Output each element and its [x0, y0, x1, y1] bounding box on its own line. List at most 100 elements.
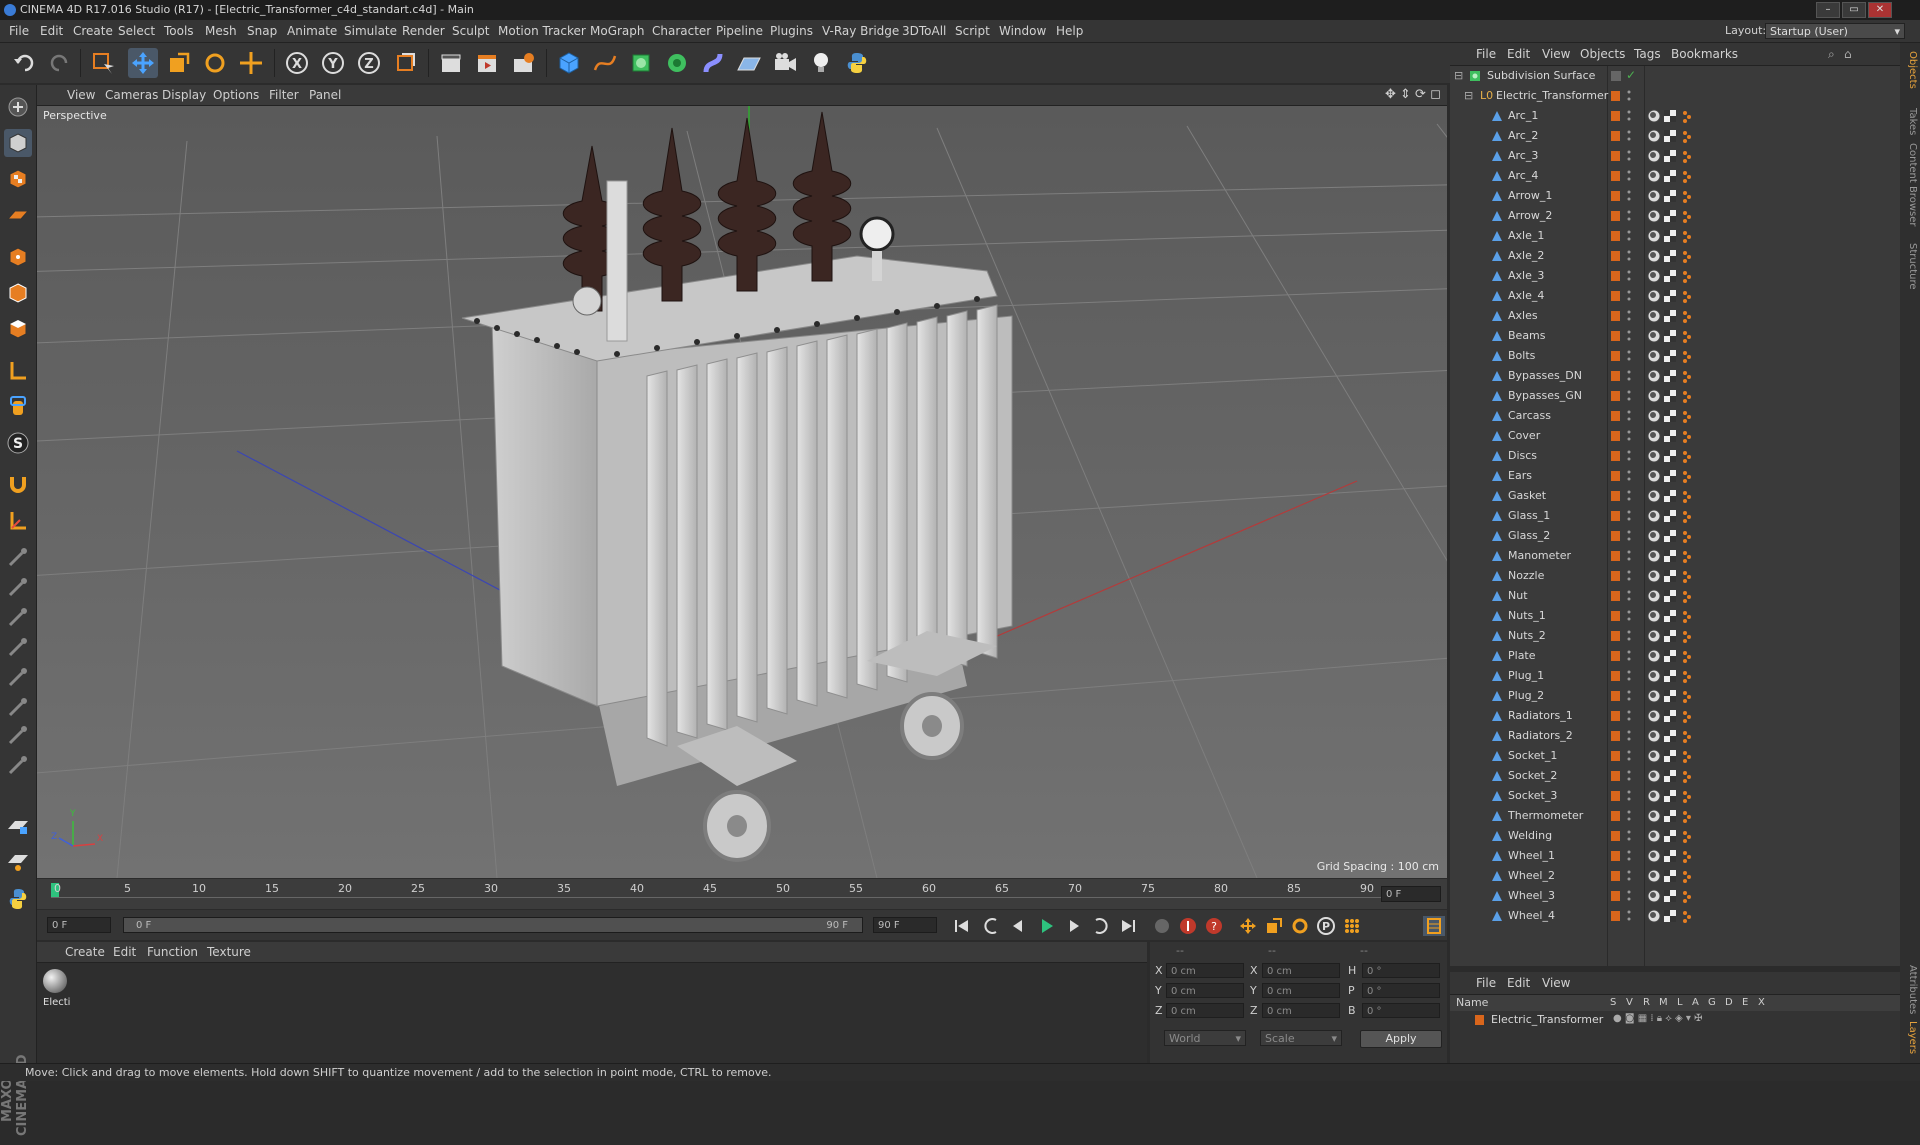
- layer-color-swatch[interactable]: [1611, 511, 1620, 521]
- size-mode-dropdown[interactable]: Scale ▾: [1260, 1030, 1342, 1046]
- object-row[interactable]: Socket_3: [1450, 786, 1900, 806]
- object-tags[interactable]: [1647, 588, 1707, 604]
- layer-color-swatch[interactable]: [1611, 431, 1620, 441]
- add-deformer-button[interactable]: [698, 48, 728, 78]
- layer-color-swatch[interactable]: [1611, 831, 1620, 841]
- visibility-dots-icon[interactable]: [1627, 849, 1631, 863]
- live-selection-button[interactable]: [88, 48, 118, 78]
- edges-mode-button[interactable]: [4, 279, 32, 307]
- object-row[interactable]: Arc_1: [1450, 106, 1900, 126]
- visibility-dots-icon[interactable]: [1627, 129, 1631, 143]
- coordinate-mode-dropdown[interactable]: World ▾: [1164, 1030, 1246, 1046]
- object-row[interactable]: Socket_2: [1450, 766, 1900, 786]
- sculpt-grab-button[interactable]: [4, 543, 32, 571]
- add-light-button[interactable]: [806, 48, 836, 78]
- polygons-mode-button[interactable]: [4, 315, 32, 343]
- layer-color-swatch[interactable]: [1611, 471, 1620, 481]
- enabled-check-icon[interactable]: ✓: [1626, 68, 1636, 82]
- object-row[interactable]: Cover: [1450, 426, 1900, 446]
- object-row[interactable]: Nuts_1: [1450, 606, 1900, 626]
- object-row[interactable]: Socket_1: [1450, 746, 1900, 766]
- menu-vray-bridge[interactable]: V-Ray Bridge: [822, 20, 899, 42]
- material-swatch[interactable]: [41, 967, 69, 995]
- om-menu-view[interactable]: View: [1542, 43, 1570, 65]
- scale-tool-button[interactable]: [164, 48, 194, 78]
- object-row[interactable]: Beams: [1450, 326, 1900, 346]
- visibility-dots-icon[interactable]: [1627, 289, 1631, 303]
- object-tags[interactable]: [1647, 188, 1707, 204]
- layer-col-animation[interactable]: A: [1692, 995, 1699, 1011]
- object-row[interactable]: Wheel_3: [1450, 886, 1900, 906]
- sculpt-smooth-button[interactable]: [4, 603, 32, 631]
- motion-record-button[interactable]: [1151, 916, 1173, 936]
- visibility-dots-icon[interactable]: [1627, 169, 1631, 183]
- object-row[interactable]: Axle_3: [1450, 266, 1900, 286]
- visibility-dots-icon[interactable]: [1627, 869, 1631, 883]
- previous-keyframe-button[interactable]: [981, 916, 1003, 936]
- frame-range-slider[interactable]: 0 F 90 F: [123, 917, 863, 933]
- model-mode-button[interactable]: [4, 129, 32, 157]
- om-menu-edit[interactable]: Edit: [1507, 43, 1530, 65]
- object-row[interactable]: Arc_4: [1450, 166, 1900, 186]
- layer-color-swatch[interactable]: [1611, 891, 1620, 901]
- object-row[interactable]: Gasket: [1450, 486, 1900, 506]
- layer-color-swatch[interactable]: [1611, 371, 1620, 381]
- python-script-button[interactable]: [842, 48, 872, 78]
- visibility-dots-icon[interactable]: [1627, 209, 1631, 223]
- layer-color-swatch[interactable]: [1611, 591, 1620, 601]
- layer-color-swatch[interactable]: [1611, 571, 1620, 581]
- layer-color-swatch[interactable]: [1611, 791, 1620, 801]
- visibility-dots-icon[interactable]: [1627, 329, 1631, 343]
- render-view-button[interactable]: [436, 48, 466, 78]
- visibility-dots-icon[interactable]: [1627, 429, 1631, 443]
- axis-move-button[interactable]: [4, 507, 32, 535]
- material-menu-create[interactable]: Create: [65, 942, 105, 962]
- visibility-dots-icon[interactable]: [1627, 409, 1631, 423]
- object-row[interactable]: Bolts: [1450, 346, 1900, 366]
- pos-z-field[interactable]: 0 cm: [1166, 1003, 1244, 1018]
- object-tags[interactable]: [1647, 428, 1707, 444]
- visibility-dots-icon[interactable]: [1627, 449, 1631, 463]
- make-editable-button[interactable]: [4, 93, 32, 121]
- visibility-dots-icon[interactable]: [1627, 809, 1631, 823]
- layer-color-swatch[interactable]: [1611, 551, 1620, 561]
- visibility-dots-icon[interactable]: [1627, 789, 1631, 803]
- object-tags[interactable]: [1647, 168, 1707, 184]
- go-to-end-button[interactable]: [1117, 916, 1139, 936]
- object-tags[interactable]: [1647, 848, 1707, 864]
- menu-sculpt[interactable]: Sculpt: [452, 20, 489, 42]
- end-frame-field[interactable]: 90 F: [873, 917, 937, 933]
- viewport-menu-panel[interactable]: Panel: [309, 85, 341, 105]
- menu-3dtoall[interactable]: 3DToAll: [902, 20, 946, 42]
- visibility-dots-icon[interactable]: [1627, 229, 1631, 243]
- material-menu-edit[interactable]: Edit: [113, 942, 136, 962]
- layer-col-view[interactable]: V: [1626, 995, 1633, 1011]
- tab-structure[interactable]: Structure: [1902, 243, 1918, 290]
- python-console-button[interactable]: [4, 885, 32, 913]
- layer-color-swatch[interactable]: [1611, 691, 1620, 701]
- visibility-dots-icon[interactable]: [1627, 489, 1631, 503]
- viewport-menu-filter[interactable]: Filter: [269, 85, 299, 105]
- object-tags[interactable]: [1647, 748, 1707, 764]
- layer-col-xref[interactable]: X: [1758, 995, 1765, 1011]
- object-row[interactable]: Plug_2: [1450, 686, 1900, 706]
- viewport-menu-cameras[interactable]: Cameras: [105, 85, 158, 105]
- menu-file[interactable]: File: [9, 20, 29, 42]
- object-row[interactable]: Discs: [1450, 446, 1900, 466]
- add-floor-button[interactable]: [734, 48, 764, 78]
- key-point-level-button[interactable]: [1341, 916, 1363, 936]
- om-menu-tags[interactable]: Tags: [1634, 43, 1661, 65]
- layer-color-swatch[interactable]: [1611, 251, 1620, 261]
- move-tool-button[interactable]: [128, 48, 158, 78]
- layer-color-swatch[interactable]: [1475, 1015, 1484, 1025]
- object-tags[interactable]: [1647, 388, 1707, 404]
- object-tags[interactable]: [1647, 208, 1707, 224]
- object-tags[interactable]: [1647, 108, 1707, 124]
- start-frame-field[interactable]: 0 F: [47, 917, 111, 933]
- coordinate-system-button[interactable]: [390, 48, 420, 78]
- tab-content-browser[interactable]: Content Browser: [1902, 143, 1918, 226]
- object-row[interactable]: Welding: [1450, 826, 1900, 846]
- magnet-tool-button[interactable]: [4, 471, 32, 499]
- object-tags[interactable]: [1647, 488, 1707, 504]
- visibility-dots-icon[interactable]: [1627, 109, 1631, 123]
